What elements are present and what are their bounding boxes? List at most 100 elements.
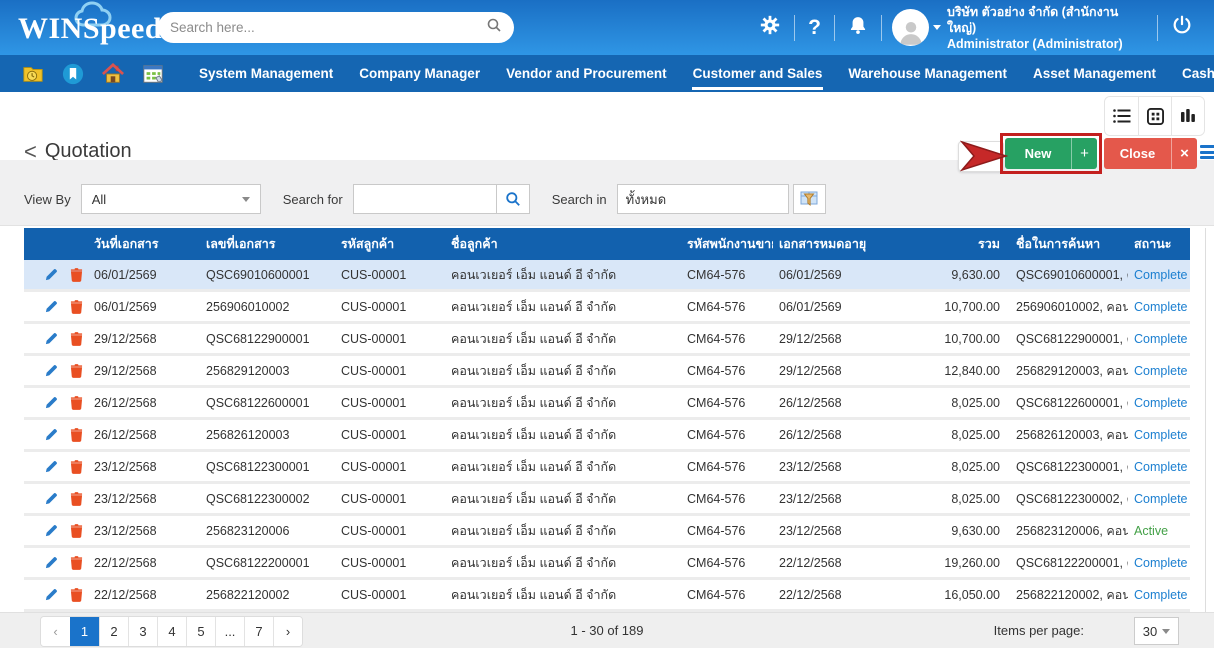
settings-button[interactable] bbox=[746, 0, 794, 55]
column-header[interactable]: เอกสารหมดอายุ bbox=[773, 234, 878, 254]
page-button[interactable]: 3 bbox=[128, 617, 157, 646]
new-button[interactable]: New + bbox=[1005, 138, 1097, 169]
cell-status[interactable]: Complete bbox=[1128, 492, 1190, 506]
edit-icon[interactable] bbox=[44, 588, 58, 602]
plus-icon[interactable]: + bbox=[1072, 145, 1097, 162]
cell-status[interactable]: Complete bbox=[1128, 396, 1190, 410]
column-header[interactable]: รหัสพนักงานขาย bbox=[673, 234, 773, 254]
table-row[interactable]: 23/12/2568 QSC68122300002 CUS-00001 คอนเ… bbox=[24, 484, 1190, 516]
close-button[interactable]: Close × bbox=[1104, 138, 1197, 169]
nav-item[interactable]: Customer and Sales bbox=[680, 55, 836, 92]
page-button[interactable]: 5 bbox=[186, 617, 215, 646]
global-search-input[interactable] bbox=[170, 20, 486, 35]
global-search[interactable] bbox=[158, 12, 514, 43]
page-button[interactable]: 7 bbox=[244, 617, 273, 646]
user-menu[interactable]: บริษัท ตัวอย่าง จำกัด (สำนักงานใหญ่) Adm… bbox=[882, 4, 1157, 52]
search-button[interactable] bbox=[497, 184, 530, 214]
grid-view-button[interactable] bbox=[1138, 97, 1171, 135]
delete-icon[interactable] bbox=[70, 299, 83, 314]
edit-icon[interactable] bbox=[44, 396, 58, 410]
cell-status[interactable]: Active bbox=[1128, 524, 1190, 538]
winspeed-logo[interactable]: WINSpeed bbox=[18, 0, 153, 55]
home-icon[interactable] bbox=[102, 63, 124, 85]
search-for-input[interactable] bbox=[353, 184, 497, 214]
cell-status[interactable]: Complete bbox=[1128, 556, 1190, 570]
cell-search-name: 256826120003, คอน bbox=[1010, 425, 1128, 445]
page-button[interactable]: 2 bbox=[99, 617, 128, 646]
logout-button[interactable] bbox=[1158, 0, 1206, 55]
table-row[interactable]: 06/01/2569 QSC69010600001 CUS-00001 คอนเ… bbox=[24, 260, 1190, 292]
column-header[interactable]: รหัสลูกค้า bbox=[335, 234, 445, 254]
delete-icon[interactable] bbox=[70, 395, 83, 410]
table-row[interactable]: 06/01/2569 256906010002 CUS-00001 คอนเวเ… bbox=[24, 292, 1190, 324]
table-row[interactable]: 22/12/2568 256822120002 CUS-00001 คอนเวเ… bbox=[24, 580, 1190, 612]
column-header[interactable]: เลขที่เอกสาร bbox=[200, 234, 335, 254]
bookmark-icon[interactable] bbox=[62, 63, 84, 85]
help-button[interactable]: ? bbox=[795, 0, 834, 55]
calendar-icon[interactable] bbox=[142, 63, 164, 85]
cell-status[interactable]: Complete bbox=[1128, 332, 1190, 346]
edit-icon[interactable] bbox=[44, 492, 58, 506]
nav-item[interactable]: Warehouse Management bbox=[835, 55, 1020, 92]
edit-icon[interactable] bbox=[44, 460, 58, 474]
nav-item[interactable]: Asset Management bbox=[1020, 55, 1169, 92]
search-in-input[interactable] bbox=[617, 184, 789, 214]
table-row[interactable]: 22/12/2568 QSC68122200001 CUS-00001 คอนเ… bbox=[24, 548, 1190, 580]
delete-icon[interactable] bbox=[70, 267, 83, 282]
cell-status[interactable]: Complete bbox=[1128, 300, 1190, 314]
table-row[interactable]: 29/12/2568 QSC68122900001 CUS-00001 คอนเ… bbox=[24, 324, 1190, 356]
cell-expire-date: 06/01/2569 bbox=[773, 300, 878, 314]
menu-icon[interactable] bbox=[1200, 145, 1214, 159]
nav-item[interactable]: Company Manager bbox=[346, 55, 493, 92]
cell-status[interactable]: Complete bbox=[1128, 460, 1190, 474]
cell-date: 22/12/2568 bbox=[88, 556, 200, 570]
filter-columns-button[interactable] bbox=[793, 184, 826, 214]
table-row[interactable]: 23/12/2568 QSC68122300001 CUS-00001 คอนเ… bbox=[24, 452, 1190, 484]
list-view-button[interactable] bbox=[1105, 97, 1138, 135]
edit-icon[interactable] bbox=[44, 364, 58, 378]
close-x-icon[interactable]: × bbox=[1172, 145, 1197, 162]
page-button[interactable]: 1 bbox=[70, 617, 99, 646]
back-button[interactable]: < bbox=[24, 142, 37, 162]
edit-icon[interactable] bbox=[44, 556, 58, 570]
edit-icon[interactable] bbox=[44, 524, 58, 538]
next-page-button[interactable]: › bbox=[273, 617, 302, 646]
column-header[interactable]: รวม bbox=[878, 234, 1010, 254]
page-button[interactable]: ... bbox=[215, 617, 244, 646]
chart-view-button[interactable] bbox=[1171, 97, 1204, 135]
delete-icon[interactable] bbox=[70, 523, 83, 538]
table-row[interactable]: 23/12/2568 256823120006 CUS-00001 คอนเวเ… bbox=[24, 516, 1190, 548]
notifications-button[interactable] bbox=[835, 0, 881, 55]
nav-item[interactable]: System Management bbox=[186, 55, 346, 92]
delete-icon[interactable] bbox=[70, 427, 83, 442]
delete-icon[interactable] bbox=[70, 363, 83, 378]
edit-icon[interactable] bbox=[44, 428, 58, 442]
delete-icon[interactable] bbox=[70, 459, 83, 474]
page-button[interactable]: 4 bbox=[157, 617, 186, 646]
delete-icon[interactable] bbox=[70, 491, 83, 506]
table-row[interactable]: 29/12/2568 256829120003 CUS-00001 คอนเวเ… bbox=[24, 356, 1190, 388]
column-header[interactable]: วันที่เอกสาร bbox=[88, 234, 200, 254]
table-row[interactable]: 26/12/2568 256826120003 CUS-00001 คอนเวเ… bbox=[24, 420, 1190, 452]
delete-icon[interactable] bbox=[70, 331, 83, 346]
cell-status[interactable]: Complete bbox=[1128, 268, 1190, 282]
view-by-select[interactable]: All bbox=[81, 184, 261, 214]
delete-icon[interactable] bbox=[70, 587, 83, 602]
nav-item[interactable]: Vendor and Procurement bbox=[493, 55, 680, 92]
edit-icon[interactable] bbox=[44, 332, 58, 346]
column-header[interactable]: สถานะ bbox=[1128, 234, 1190, 254]
cell-status[interactable]: Complete bbox=[1128, 588, 1190, 602]
cell-status[interactable]: Complete bbox=[1128, 364, 1190, 378]
table-row[interactable]: 26/12/2568 QSC68122600001 CUS-00001 คอนเ… bbox=[24, 388, 1190, 420]
recent-documents-icon[interactable] bbox=[22, 63, 44, 85]
items-per-page-select[interactable]: 30 bbox=[1134, 617, 1179, 645]
edit-icon[interactable] bbox=[44, 268, 58, 282]
column-header[interactable]: ชื่อในการค้นหา bbox=[1010, 234, 1128, 254]
nav-item[interactable]: Cash Management bbox=[1169, 55, 1214, 92]
cell-status[interactable]: Complete bbox=[1128, 428, 1190, 442]
prev-page-button[interactable]: ‹ bbox=[41, 617, 70, 646]
delete-icon[interactable] bbox=[70, 555, 83, 570]
column-header[interactable]: ชื่อลูกค้า bbox=[445, 234, 673, 254]
search-icon[interactable] bbox=[486, 17, 502, 38]
edit-icon[interactable] bbox=[44, 300, 58, 314]
